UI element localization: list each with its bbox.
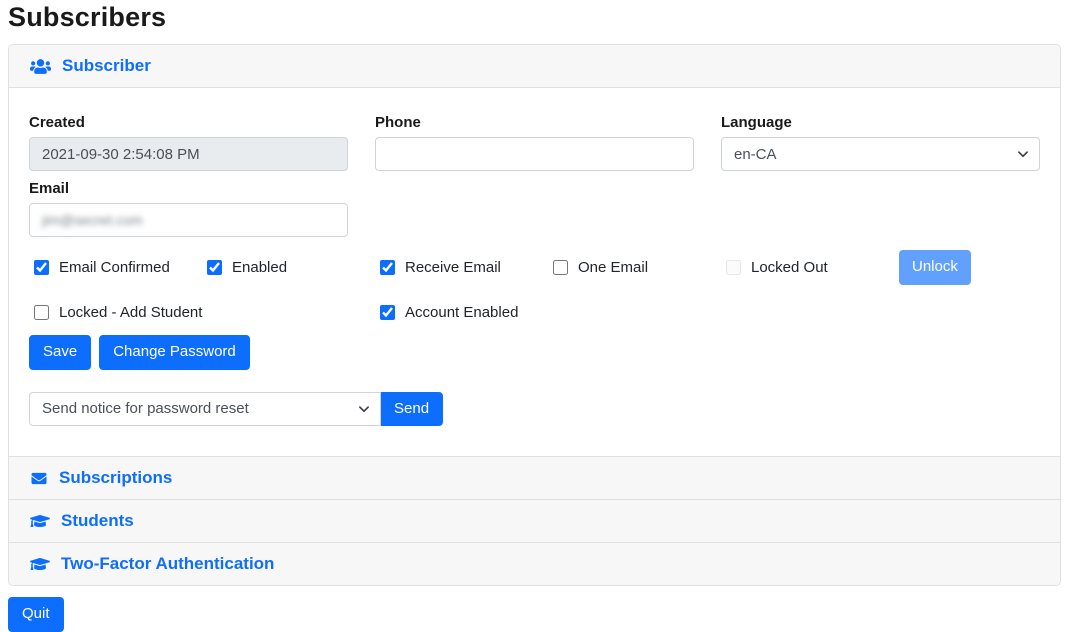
phone-field: Phone (375, 114, 694, 171)
section-label-subscriptions: Subscriptions (59, 468, 172, 488)
subscriber-accordion: Subscriber Created Phone Language en-CA (8, 44, 1061, 586)
created-input (29, 137, 348, 171)
email-field: Email jim@secret.com (29, 180, 348, 237)
send-button[interactable]: Send (380, 392, 443, 427)
language-select[interactable]: en-CA (721, 137, 1040, 171)
unlock-button[interactable]: Unlock (899, 250, 971, 285)
section-header-students[interactable]: Students (9, 499, 1060, 542)
notice-select[interactable]: Send notice for password reset (29, 392, 381, 426)
quit-button[interactable]: Quit (8, 597, 64, 632)
email-label: Email (29, 180, 348, 197)
phone-label: Phone (375, 114, 694, 131)
created-field: Created (29, 114, 348, 171)
email-redacted-value: jim@secret.com (42, 212, 143, 228)
graduation-cap-icon (30, 556, 50, 572)
subscriber-panel: Created Phone Language en-CA (9, 88, 1060, 456)
locked-add-student-checkbox[interactable] (34, 305, 49, 320)
enabled-checkbox[interactable] (207, 260, 222, 275)
created-label: Created (29, 114, 348, 131)
one-email-checkbox-row[interactable]: One Email (553, 259, 726, 276)
section-label-students: Students (61, 511, 134, 531)
checkbox-label: Locked - Add Student (59, 304, 202, 321)
email-confirmed-checkbox[interactable] (34, 260, 49, 275)
save-button[interactable]: Save (29, 335, 91, 370)
section-header-subscriber[interactable]: Subscriber (9, 45, 1060, 88)
section-header-subscriptions[interactable]: Subscriptions (9, 456, 1060, 499)
users-icon (30, 58, 51, 75)
locked-out-checkbox-row: Locked Out (726, 259, 899, 276)
locked-out-checkbox (726, 260, 741, 275)
subscribers-page: Subscribers Subscriber Created Phone (0, 0, 1082, 632)
email-confirmed-checkbox-row[interactable]: Email Confirmed (34, 259, 207, 276)
checkbox-label: Email Confirmed (59, 259, 170, 276)
checkbox-label: One Email (578, 259, 648, 276)
page-title: Subscribers (8, 2, 1061, 33)
send-notice-group: Send notice for password reset Send (29, 392, 1040, 427)
checkbox-label: Receive Email (405, 259, 501, 276)
language-label: Language (721, 114, 1040, 131)
one-email-checkbox[interactable] (553, 260, 568, 275)
account-enabled-checkbox[interactable] (380, 305, 395, 320)
change-password-button[interactable]: Change Password (99, 335, 250, 370)
receive-email-checkbox-row[interactable]: Receive Email (380, 259, 553, 276)
checkbox-label: Enabled (232, 259, 287, 276)
language-field: Language en-CA (721, 114, 1040, 171)
unlock-cell: Unlock (899, 250, 1040, 285)
email-input[interactable]: jim@secret.com (29, 203, 348, 237)
phone-input[interactable] (375, 137, 694, 171)
footer: Quit (8, 597, 1061, 632)
checkbox-grid: Email Confirmed Enabled Receive Email On… (34, 250, 1040, 321)
section-label-two-factor: Two-Factor Authentication (61, 554, 274, 574)
checkbox-label: Account Enabled (405, 304, 518, 321)
receive-email-checkbox[interactable] (380, 260, 395, 275)
section-header-two-factor[interactable]: Two-Factor Authentication (9, 542, 1060, 585)
field-row: Created Phone Language en-CA (29, 114, 1040, 171)
envelope-icon (30, 471, 48, 486)
checkbox-label: Locked Out (751, 259, 828, 276)
section-label-subscriber: Subscriber (62, 56, 151, 76)
locked-add-student-checkbox-row[interactable]: Locked - Add Student (34, 304, 380, 321)
account-enabled-checkbox-row[interactable]: Account Enabled (380, 304, 553, 321)
action-buttons: Save Change Password (29, 335, 1040, 370)
enabled-checkbox-row[interactable]: Enabled (207, 259, 380, 276)
graduation-cap-icon (30, 513, 50, 529)
